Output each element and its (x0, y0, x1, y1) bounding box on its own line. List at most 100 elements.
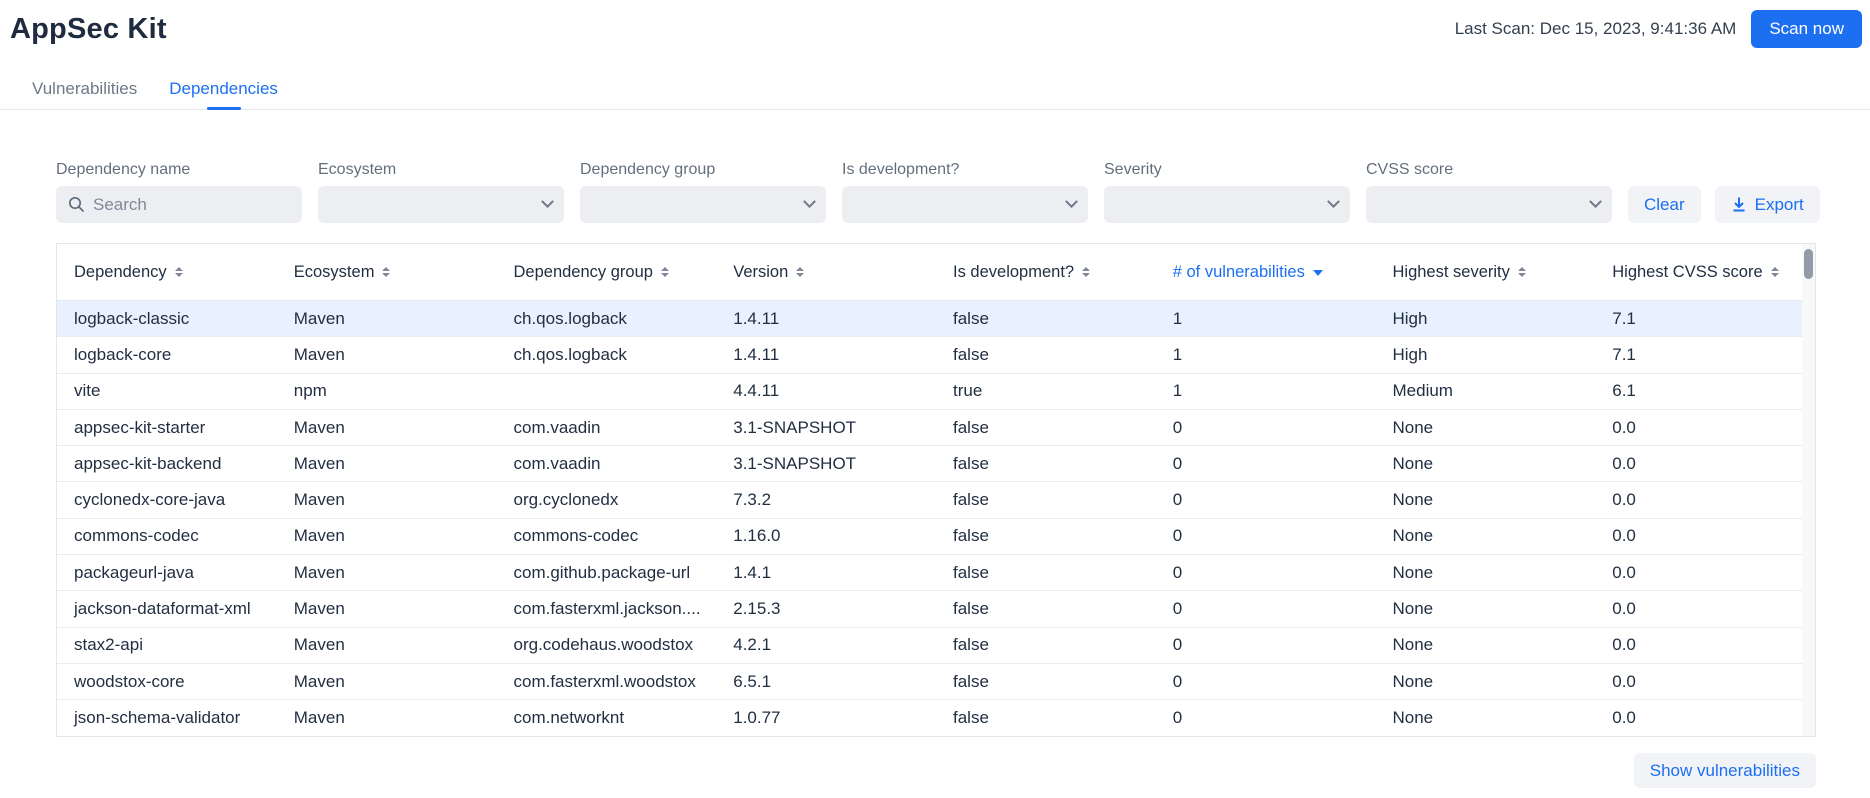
sort-icon (382, 267, 390, 277)
table-row[interactable]: appsec-kit-backendMavencom.vaadin3.1-SNA… (57, 446, 1815, 482)
cell-is-development: false (936, 446, 1156, 481)
cell-version: 6.5.1 (716, 664, 936, 699)
clear-button[interactable]: Clear (1628, 186, 1701, 223)
column-label: # of vulnerabilities (1173, 263, 1305, 282)
column-header-dependency[interactable]: Dependency (57, 244, 277, 300)
cell-dependency: logback-classic (57, 301, 277, 336)
filter-label: Is development? (842, 160, 1088, 180)
cell-is-development: false (936, 628, 1156, 663)
scan-now-button[interactable]: Scan now (1751, 10, 1862, 48)
column-header-of-vulnerabilities[interactable]: # of vulnerabilities (1156, 244, 1376, 300)
table-row[interactable]: stax2-apiMavenorg.codehaus.woodstox4.2.1… (57, 628, 1815, 664)
dependencies-table: DependencyEcosystem Dependency group Versi… (56, 243, 1816, 737)
column-header-version[interactable]: Version (716, 244, 936, 300)
cell-dependency: logback-core (57, 337, 277, 372)
cell-is-development: false (936, 337, 1156, 372)
cell-highest-severity: None (1376, 628, 1596, 663)
table-row[interactable]: logback-classicMavench.qos.logback1.4.11… (57, 301, 1815, 337)
filter-label: Dependency group (580, 160, 826, 180)
filter-is-development: Is development? (842, 160, 1088, 223)
footer: Show vulnerabilities (56, 753, 1816, 788)
cell-dependency: appsec-kit-backend (57, 446, 277, 481)
cell-highest-cvss: 0.0 (1595, 664, 1815, 699)
cell-group: commons-codec (497, 519, 717, 554)
cell-is-development: false (936, 482, 1156, 517)
cell-vulnerabilities: 1 (1156, 374, 1376, 409)
cell-vulnerabilities: 0 (1156, 410, 1376, 445)
cell-ecosystem: Maven (277, 337, 497, 372)
tab-dependencies[interactable]: Dependencies (153, 68, 294, 109)
select-severity[interactable] (1104, 186, 1350, 223)
cell-ecosystem: Maven (277, 555, 497, 590)
cell-vulnerabilities: 0 (1156, 555, 1376, 590)
topbar-right: Last Scan: Dec 15, 2023, 9:41:36 AM Scan… (1455, 10, 1862, 48)
column-header-highest-severity[interactable]: Highest severity (1376, 244, 1596, 300)
column-label: Is development? (953, 263, 1074, 282)
cell-dependency: packageurl-java (57, 555, 277, 590)
cell-highest-severity: None (1376, 446, 1596, 481)
cell-is-development: false (936, 301, 1156, 336)
chevron-down-icon (541, 195, 554, 208)
select-dependency-group[interactable] (580, 186, 826, 223)
cell-dependency: stax2-api (57, 628, 277, 663)
column-header-is-development[interactable]: Is development? (936, 244, 1156, 300)
table-row[interactable]: commons-codecMavencommons-codec1.16.0fal… (57, 519, 1815, 555)
filter-label: Dependency name (56, 160, 302, 180)
show-vulnerabilities-button[interactable]: Show vulnerabilities (1634, 753, 1816, 788)
chevron-down-icon (1327, 195, 1340, 208)
column-header-highest-cvss-score[interactable]: Highest CVSS score (1595, 244, 1815, 300)
column-label: Highest severity (1393, 263, 1510, 282)
column-label: Highest CVSS score (1612, 263, 1762, 282)
table-row[interactable]: vitenpm4.4.11true1Medium6.1 (57, 374, 1815, 410)
table-row[interactable]: jackson-dataformat-xmlMavencom.fasterxml… (57, 591, 1815, 627)
column-header-ecosystem[interactable]: Ecosystem (277, 244, 497, 300)
select-ecosystem[interactable] (318, 186, 564, 223)
table-row[interactable]: woodstox-coreMavencom.fasterxml.woodstox… (57, 664, 1815, 700)
cell-highest-severity: High (1376, 337, 1596, 372)
cell-highest-severity: None (1376, 664, 1596, 699)
cell-highest-severity: None (1376, 410, 1596, 445)
sort-icon (796, 267, 804, 277)
table-row[interactable]: packageurl-javaMavencom.github.package-u… (57, 555, 1815, 591)
sort-icon (1082, 267, 1090, 277)
search-input[interactable] (93, 195, 290, 215)
cell-vulnerabilities: 0 (1156, 664, 1376, 699)
cell-is-development: false (936, 410, 1156, 445)
table-row[interactable]: logback-coreMavench.qos.logback1.4.11fal… (57, 337, 1815, 373)
tab-label: Dependencies (169, 79, 278, 99)
cell-version: 1.4.11 (716, 337, 936, 372)
cell-version: 3.1-SNAPSHOT (716, 410, 936, 445)
tab-vulnerabilities[interactable]: Vulnerabilities (16, 68, 153, 109)
cell-dependency: commons-codec (57, 519, 277, 554)
cell-ecosystem: Maven (277, 446, 497, 481)
filter-label: Severity (1104, 160, 1350, 180)
cell-ecosystem: Maven (277, 591, 497, 626)
column-header-dependency-group[interactable]: Dependency group (497, 244, 717, 300)
column-label: Dependency group (514, 263, 653, 282)
cell-vulnerabilities: 1 (1156, 301, 1376, 336)
cell-group: com.fasterxml.jackson.... (497, 591, 717, 626)
table-row[interactable]: json-schema-validatorMavencom.networknt1… (57, 700, 1815, 736)
table-row[interactable]: cyclonedx-core-javaMavenorg.cyclonedx7.3… (57, 482, 1815, 518)
cell-version: 3.1-SNAPSHOT (716, 446, 936, 481)
cell-dependency: json-schema-validator (57, 700, 277, 735)
cell-group: com.fasterxml.woodstox (497, 664, 717, 699)
filter-dependency-name: Dependency name (56, 160, 302, 223)
cell-vulnerabilities: 0 (1156, 446, 1376, 481)
cell-ecosystem: Maven (277, 519, 497, 554)
cell-group: com.networknt (497, 700, 717, 735)
cell-is-development: false (936, 591, 1156, 626)
cell-group: org.codehaus.woodstox (497, 628, 717, 663)
cell-highest-cvss: 0.0 (1595, 700, 1815, 735)
sort-icon (1518, 267, 1526, 277)
cell-version: 7.3.2 (716, 482, 936, 517)
select-is-development[interactable] (842, 186, 1088, 223)
select-cvss-score[interactable] (1366, 186, 1612, 223)
export-button[interactable]: Export (1715, 186, 1820, 223)
cell-highest-severity: None (1376, 519, 1596, 554)
table-row[interactable]: appsec-kit-starterMavencom.vaadin3.1-SNA… (57, 410, 1815, 446)
cell-vulnerabilities: 1 (1156, 337, 1376, 372)
table-scrollbar[interactable] (1802, 244, 1815, 736)
scrollbar-thumb[interactable] (1804, 249, 1813, 279)
search-field[interactable] (56, 186, 302, 223)
